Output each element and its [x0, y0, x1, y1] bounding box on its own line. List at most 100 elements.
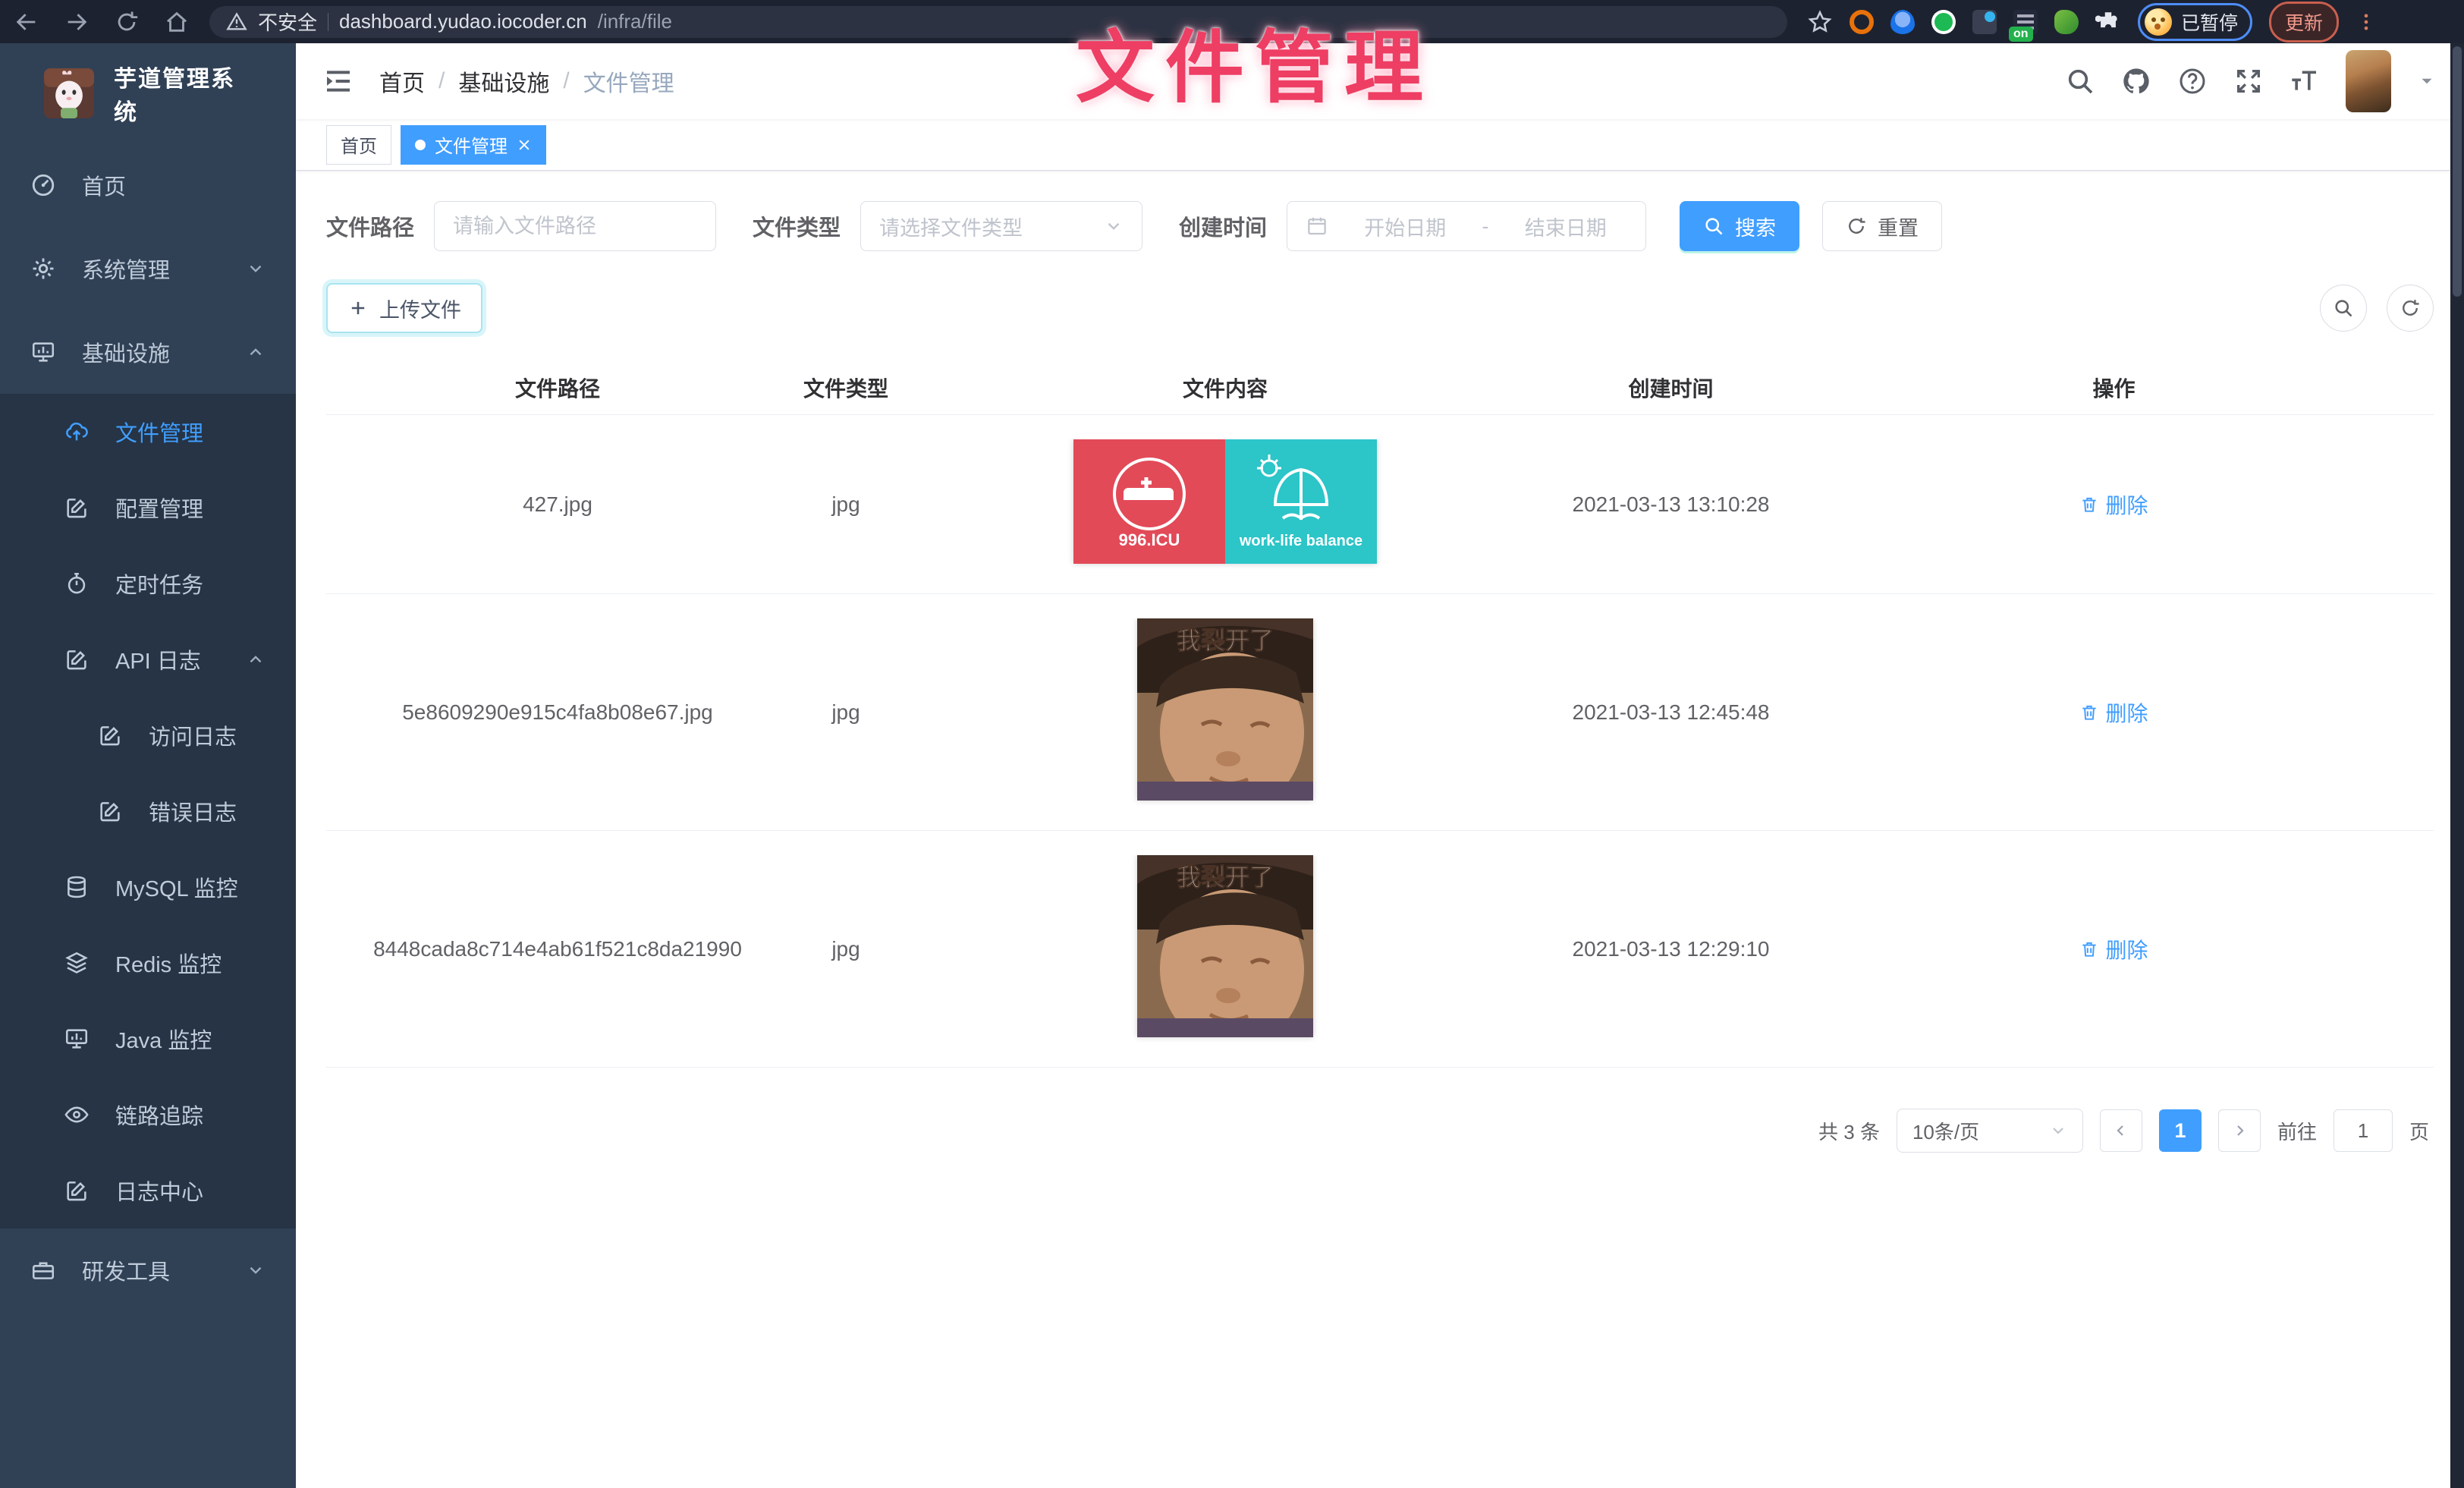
svg-text:我裂开了: 我裂开了: [1177, 627, 1274, 654]
tag-file-manage[interactable]: 文件管理: [401, 125, 546, 165]
next-page-button[interactable]: [2218, 1109, 2261, 1152]
sidebar-logo[interactable]: 芋道管理系统: [0, 43, 296, 143]
bookmark-star-icon[interactable]: [1807, 9, 1833, 35]
file-preview-996icu-image[interactable]: 996.ICU work-life balance: [1073, 439, 1377, 564]
date-range-picker[interactable]: 开始日期 - 结束日期: [1287, 201, 1646, 251]
sidebar-item-label: Redis 监控: [115, 947, 222, 979]
toolbox-icon: [30, 1257, 56, 1283]
sidebar-item-home[interactable]: 首页: [0, 143, 296, 227]
github-icon[interactable]: [2121, 66, 2151, 96]
page-size-value: 10条/页: [1912, 1117, 1979, 1145]
breadcrumb-home[interactable]: 首页: [379, 64, 425, 98]
sidebar-item-infra[interactable]: 基础设施: [0, 310, 296, 394]
sidebar-item-log-center[interactable]: 日志中心: [0, 1153, 296, 1228]
log-edit-icon: [97, 722, 123, 748]
sidebar-item-system[interactable]: 系统管理: [0, 227, 296, 310]
trash-icon: [2079, 703, 2099, 722]
sidebar-item-label: 配置管理: [115, 492, 203, 524]
file-path-field-wrap: [434, 201, 716, 251]
extension-blue-drop-icon[interactable]: [1890, 10, 1915, 34]
col-header-path: 文件路径: [326, 373, 789, 403]
log-edit-icon: [97, 798, 123, 824]
search-button[interactable]: 搜索: [1680, 201, 1799, 251]
caret-down-icon[interactable]: [2417, 71, 2437, 91]
extension-leaf-icon[interactable]: [2054, 10, 2079, 34]
goto-page-input[interactable]: [2334, 1109, 2393, 1152]
fullscreen-icon[interactable]: [2233, 66, 2264, 96]
page-unit-label: 页: [2409, 1117, 2429, 1145]
sidebar-item-mysql[interactable]: MySQL 监控: [0, 849, 296, 925]
extension-orange-icon[interactable]: [1850, 10, 1874, 34]
refresh-table-button[interactable]: [2387, 285, 2434, 332]
extension-green-circle-icon[interactable]: [1931, 10, 1956, 34]
tag-home[interactable]: 首页: [326, 125, 391, 165]
address-bar[interactable]: 不安全 dashboard.yudao.iocoder.cn/infra/fil…: [209, 6, 1787, 38]
close-tag-icon[interactable]: [517, 137, 532, 153]
sidebar-item-error-log[interactable]: 错误日志: [0, 773, 296, 849]
sidebar-item-dev-tools[interactable]: 研发工具: [0, 1228, 296, 1312]
browser-forward-icon[interactable]: [64, 9, 90, 35]
page-size-select[interactable]: 10条/页: [1897, 1109, 2083, 1153]
user-avatar[interactable]: [2346, 50, 2391, 112]
cloud-upload-icon: [64, 419, 90, 445]
collapse-sidebar-icon[interactable]: [323, 66, 354, 96]
sidebar-item-trace[interactable]: 链路追踪: [0, 1077, 296, 1153]
col-header-type: 文件类型: [789, 373, 903, 403]
extensions-puzzle-icon[interactable]: [2095, 9, 2121, 35]
recorder-paused-badge[interactable]: 已暂停: [2138, 3, 2252, 41]
font-size-icon[interactable]: [2290, 66, 2320, 96]
browser-back-icon[interactable]: [14, 9, 39, 35]
file-path-input[interactable]: [453, 215, 697, 238]
help-icon[interactable]: [2177, 66, 2208, 96]
col-header-content: 文件内容: [903, 373, 1548, 403]
cell-file-path: 8448cada8c714e4ab61f521c8da21990: [326, 937, 789, 961]
browser-menu-icon[interactable]: [2356, 11, 2377, 33]
delete-button[interactable]: 删除: [2079, 934, 2148, 964]
reset-button[interactable]: 重置: [1822, 201, 1942, 251]
sidebar-item-label: 链路追踪: [115, 1099, 203, 1131]
file-type-select[interactable]: 请选择文件类型: [860, 201, 1142, 251]
chevron-left-icon: [2112, 1122, 2130, 1140]
extension-colorpick-icon[interactable]: [1972, 10, 1997, 34]
toggle-search-button[interactable]: [2320, 285, 2367, 332]
breadcrumb-separator: /: [438, 68, 445, 94]
file-preview-baby-meme-image[interactable]: 我裂开了: [1137, 855, 1313, 1037]
extension-switch-icon[interactable]: on: [2013, 10, 2038, 34]
scrollbar-thumb[interactable]: [2453, 46, 2462, 297]
tags-view-bar: 首页 文件管理: [296, 119, 2464, 171]
sidebar-item-label: 研发工具: [82, 1254, 170, 1286]
prev-page-button[interactable]: [2100, 1109, 2142, 1152]
sidebar-item-label: 定时任务: [115, 568, 203, 599]
sidebar-item-api-log[interactable]: API 日志: [0, 621, 296, 697]
sidebar-item-job[interactable]: 定时任务: [0, 546, 296, 621]
trash-icon: [2079, 495, 2099, 514]
sidebar-item-access-log[interactable]: 访问日志: [0, 697, 296, 773]
browser-home-icon[interactable]: [164, 9, 190, 35]
not-secure-warning-icon: [226, 11, 247, 33]
upload-file-button[interactable]: 上传文件: [326, 283, 482, 333]
delete-label: 删除: [2105, 697, 2148, 728]
log-edit-icon: [64, 646, 90, 672]
browser-reload-icon[interactable]: [114, 9, 140, 35]
update-button[interactable]: 更新: [2269, 2, 2339, 42]
sidebar-item-label: MySQL 监控: [115, 871, 238, 903]
header-search-icon[interactable]: [2065, 66, 2095, 96]
pagination: 共 3 条 10条/页 1 前往 页: [326, 1109, 2434, 1153]
chevron-up-icon: [246, 650, 266, 669]
breadcrumb-infra[interactable]: 基础设施: [458, 64, 549, 98]
browser-scrollbar[interactable]: [2450, 43, 2464, 1488]
file-preview-baby-meme-image[interactable]: 我裂开了: [1137, 618, 1313, 801]
sidebar-item-config[interactable]: 配置管理: [0, 470, 296, 546]
extension-on-badge: on: [2009, 27, 2033, 42]
sidebar-item-file-manage[interactable]: 文件管理: [0, 394, 296, 470]
table-header-row: 文件路径 文件类型 文件内容 创建时间 操作: [326, 360, 2434, 415]
eye-icon: [64, 1102, 90, 1128]
delete-button[interactable]: 删除: [2079, 489, 2148, 520]
table-row: 8448cada8c714e4ab61f521c8da21990 jpg: [326, 831, 2434, 1068]
log-edit-icon: [64, 1178, 90, 1203]
delete-button[interactable]: 删除: [2079, 697, 2148, 728]
sidebar-item-redis[interactable]: Redis 监控: [0, 925, 296, 1001]
page-number-1[interactable]: 1: [2159, 1109, 2202, 1152]
sidebar-item-label: 系统管理: [82, 253, 170, 285]
sidebar-item-java[interactable]: Java 监控: [0, 1001, 296, 1077]
